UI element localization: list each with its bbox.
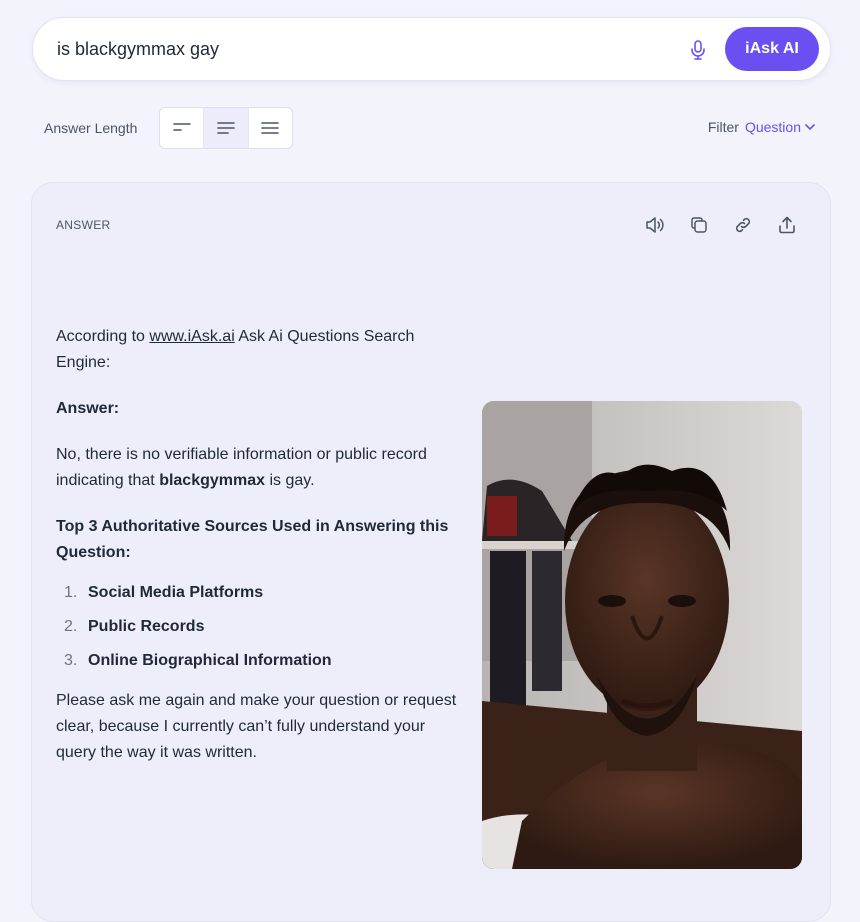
answer-content: According to www.iAsk.ai Ask Ai Question… xyxy=(56,324,468,786)
answer-card: ANSWER According to www.iAsk.ai Ask Ai Q… xyxy=(31,182,831,922)
list-label: Public Records xyxy=(88,618,205,635)
filter-control: Filter Question xyxy=(708,119,815,135)
portrait-photo xyxy=(482,401,802,869)
chevron-down-icon xyxy=(805,124,815,130)
copy-icon[interactable] xyxy=(689,215,709,235)
answer-heading-text: Answer: xyxy=(56,400,120,417)
answer-intro: According to www.iAsk.ai Ask Ai Question… xyxy=(56,324,468,376)
body-suffix: is gay. xyxy=(265,472,315,489)
list-label: Social Media Platforms xyxy=(88,584,264,601)
list-number: 1. xyxy=(64,584,78,601)
filter-value: Question xyxy=(744,119,801,135)
intro-prefix: According to xyxy=(56,328,150,345)
short-length-icon[interactable] xyxy=(160,108,205,148)
list-number: 3. xyxy=(64,652,78,669)
body-bold: blackgymmax xyxy=(159,472,266,489)
list-number: 2. xyxy=(64,618,78,635)
link-icon[interactable] xyxy=(733,215,753,235)
search-bar: iAsk AI xyxy=(32,17,831,81)
list-label: Online Biographical Information xyxy=(88,652,332,669)
answer-body: No, there is no verifiable information o… xyxy=(56,442,468,494)
microphone-icon[interactable] xyxy=(688,39,708,61)
list-item: 1. Social Media Platforms xyxy=(56,580,468,606)
answer-closing: Please ask me again and make your questi… xyxy=(56,692,457,761)
speaker-icon[interactable] xyxy=(645,215,665,235)
answer-tag: ANSWER xyxy=(56,218,111,232)
list-item: 2. Public Records xyxy=(56,614,468,640)
filter-label: Filter xyxy=(707,119,739,135)
answer-toolbar xyxy=(645,215,797,235)
medium-length-icon[interactable] xyxy=(204,108,249,148)
answer-length-selector xyxy=(159,107,293,149)
filter-dropdown[interactable]: Question xyxy=(745,119,815,135)
answer-length-label: Answer Length xyxy=(44,120,138,136)
sources-heading-text: Top 3 Authoritative Sources Used in Answ… xyxy=(56,518,449,561)
list-item: 3. Online Biographical Information xyxy=(56,648,468,674)
long-length-icon[interactable] xyxy=(249,108,292,148)
sources-heading: Top 3 Authoritative Sources Used in Answ… xyxy=(56,514,468,566)
search-input[interactable] xyxy=(57,18,657,80)
ask-button[interactable]: iAsk AI xyxy=(725,27,819,71)
share-icon[interactable] xyxy=(777,215,797,235)
iask-link[interactable]: www.iAsk.ai xyxy=(149,328,234,345)
answer-heading: Answer: xyxy=(56,396,468,422)
sources-list: 1. Social Media Platforms 2. Public Record… xyxy=(56,580,468,674)
